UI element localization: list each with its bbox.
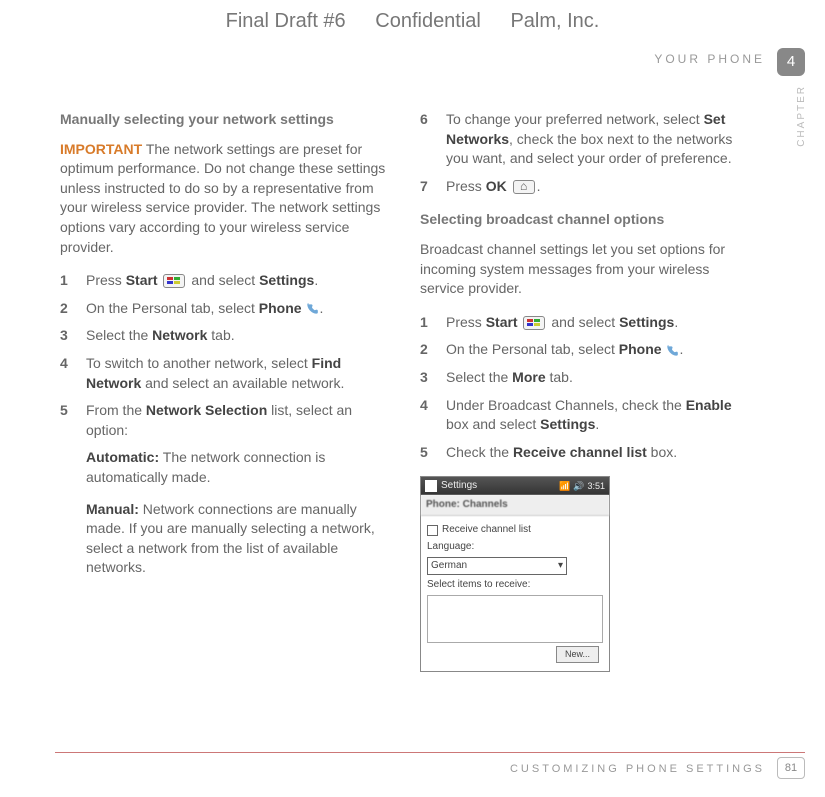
t: Start (486, 314, 518, 330)
t: Enable (686, 397, 732, 413)
t: Automatic: (86, 449, 159, 465)
t: . (537, 178, 541, 194)
language-label: Language: (427, 540, 474, 554)
t: More (512, 369, 545, 385)
ss-time: 3:51 (587, 480, 605, 493)
left-column: Manually selecting your network settings… (60, 110, 390, 672)
t: tab. (546, 369, 573, 385)
step-6: To change your preferred network, select… (420, 110, 750, 169)
broadcast-intro: Broadcast channel settings let you set o… (420, 240, 750, 299)
new-button[interactable]: New... (556, 646, 599, 663)
ss-language-label-row: Language: (427, 540, 603, 554)
confidential-label: Confidential (375, 10, 481, 32)
receive-label: Receive channel list (442, 523, 531, 537)
t: Settings (540, 416, 595, 432)
t: Settings (619, 314, 674, 330)
t: From the (86, 402, 146, 418)
step-3: Select the Network tab. (60, 326, 390, 346)
t: Press (446, 178, 486, 194)
chevron-down-icon: ▾ (558, 559, 563, 573)
bstep-3: Select the More tab. (420, 368, 750, 388)
t: and select (187, 272, 259, 288)
right-column: To change your preferred network, select… (420, 110, 750, 672)
t: and select (547, 314, 619, 330)
t: box and select (446, 416, 540, 432)
t: To change your preferred network, select (446, 111, 704, 127)
t: . (314, 272, 318, 288)
ss-title: Settings (441, 479, 477, 493)
phone-icon (305, 302, 319, 316)
bstep-1: Press Start and select Settings. (420, 313, 750, 333)
ss-receive-row: Receive channel list (427, 523, 603, 537)
important-text: The network settings are preset for opti… (60, 141, 385, 255)
language-dropdown[interactable]: German ▾ (427, 557, 567, 575)
t: tab. (207, 327, 234, 343)
t: . (679, 341, 683, 357)
ss-titlebar: Settings 📶 🔊 3:51 (421, 477, 609, 495)
footer-divider (55, 752, 805, 753)
t: Phone (619, 341, 662, 357)
step-5: From the Network Selection list, select … (60, 401, 390, 440)
heading-manual-network: Manually selecting your network settings (60, 110, 390, 130)
t: Network Selection (146, 402, 267, 418)
draft-label: Final Draft #6 (226, 10, 346, 32)
ok-home-icon (513, 180, 535, 194)
t: Receive channel list (513, 444, 647, 460)
t: On the Personal tab, select (446, 341, 619, 357)
bstep-5: Check the Receive channel list box. (420, 443, 750, 463)
t: Press (446, 314, 486, 330)
phone-icon (665, 344, 679, 358)
t: Press (86, 272, 126, 288)
t: To switch to another network, select (86, 355, 312, 371)
language-value: German (431, 559, 467, 573)
important-label: IMPORTANT (60, 141, 142, 157)
top-header: Final Draft #6 Confidential Palm, Inc. (0, 10, 825, 33)
bstep-2: On the Personal tab, select Phone . (420, 340, 750, 360)
chapter-number-badge: 4 (777, 48, 805, 76)
bstep-4: Under Broadcast Channels, check the Enab… (420, 396, 750, 435)
t: box. (647, 444, 677, 460)
start-icon (163, 274, 185, 288)
receive-checkbox[interactable] (427, 525, 438, 536)
step-4: To switch to another network, select Fin… (60, 354, 390, 393)
device-screenshot: Settings 📶 🔊 3:51 Phone: Channels Receiv… (420, 476, 610, 672)
footer-section: CUSTOMIZING PHONE SETTINGS (510, 763, 765, 775)
ss-select-label-row: Select items to receive: (427, 578, 603, 592)
ss-status-icons: 📶 🔊 3:51 (559, 480, 605, 493)
t: On the Personal tab, select (86, 300, 259, 316)
step-2: On the Personal tab, select Phone . (60, 299, 390, 319)
t: Phone (259, 300, 302, 316)
chapter-label-vertical: CHAPTER (796, 85, 807, 147)
volume-icon: 🔊 (573, 480, 584, 493)
t: . (674, 314, 678, 330)
windows-logo-icon (425, 480, 437, 492)
company-label: Palm, Inc. (510, 10, 599, 32)
t: Start (126, 272, 158, 288)
t: Check the (446, 444, 513, 460)
option-automatic: Automatic: The network connection is aut… (60, 448, 390, 487)
t: Select the (86, 327, 152, 343)
t: Settings (259, 272, 314, 288)
heading-broadcast: Selecting broadcast channel options (420, 210, 750, 230)
t: . (595, 416, 599, 432)
select-items-label: Select items to receive: (427, 578, 530, 592)
t: . (319, 300, 323, 316)
ss-section-header: Phone: Channels (421, 495, 609, 516)
footer-page-number: 81 (777, 757, 805, 779)
t: and select an available network. (141, 375, 344, 391)
t: Network (152, 327, 207, 343)
t: Select the (446, 369, 512, 385)
step-1: Press Start and select Settings. (60, 271, 390, 291)
section-header: YOUR PHONE (654, 52, 765, 66)
start-icon (523, 316, 545, 330)
important-paragraph: IMPORTANT The network settings are prese… (60, 140, 390, 258)
t: OK (486, 178, 507, 194)
items-listbox[interactable] (427, 595, 603, 643)
t: Under Broadcast Channels, check the (446, 397, 686, 413)
t: Manual: (86, 501, 139, 517)
option-manual: Manual: Network connections are manually… (60, 500, 390, 578)
step-7: Press OK . (420, 177, 750, 197)
signal-icon: 📶 (559, 480, 570, 493)
